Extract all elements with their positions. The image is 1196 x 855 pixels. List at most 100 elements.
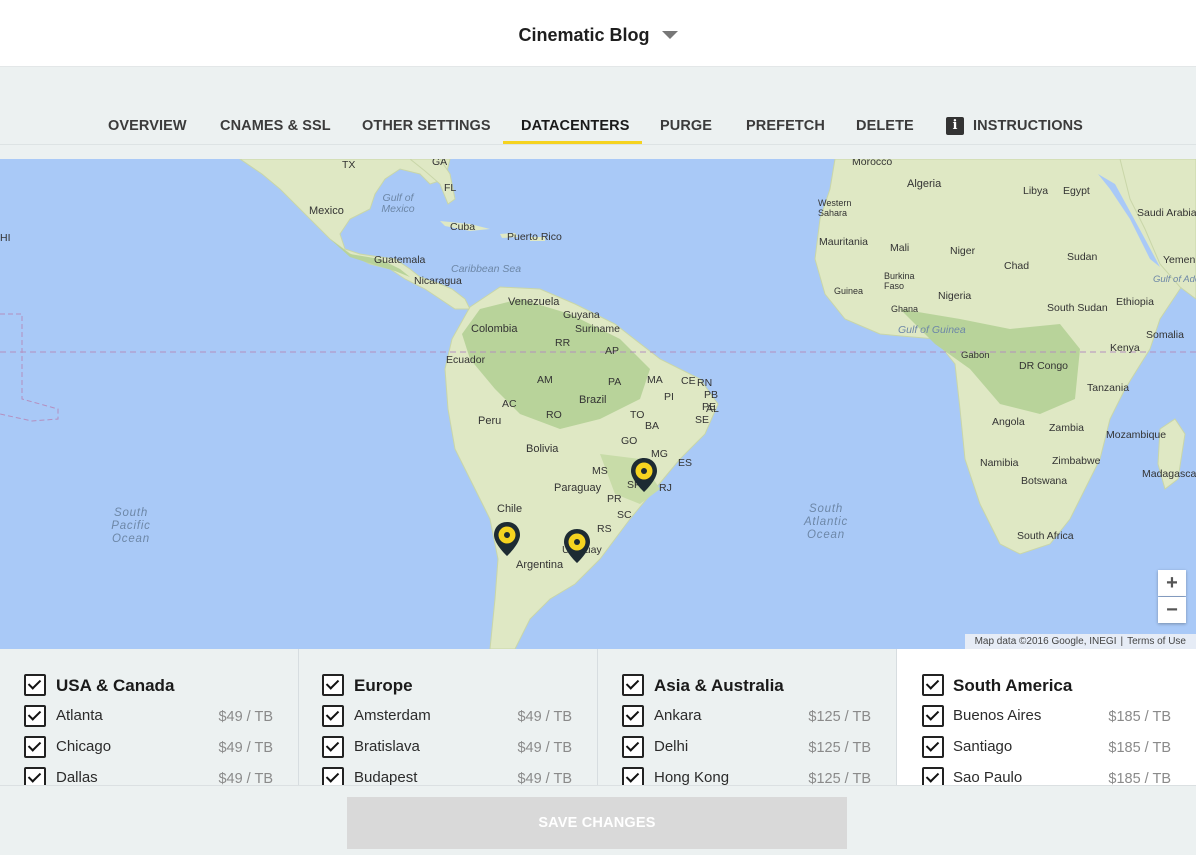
tab-instructions-label: INSTRUCTIONS [973, 118, 1083, 134]
map-label: CE [681, 375, 696, 387]
map-label: Sudan [1067, 251, 1098, 263]
map-label: ES [678, 457, 693, 469]
map-label: SC [617, 509, 632, 521]
map-pin-icon[interactable] [493, 521, 521, 557]
map-pin-icon[interactable] [630, 457, 658, 493]
zoom-in-button[interactable]: + [1158, 570, 1186, 596]
city-checkbox[interactable] [922, 767, 944, 785]
city-price: $125 / TB [808, 709, 871, 725]
footer-bar: SAVE CHANGES [0, 785, 1196, 855]
map-label: Bolivia [526, 443, 559, 455]
map-label: Kenya [1110, 342, 1140, 354]
terms-of-use-link[interactable]: Terms of Use [1123, 636, 1190, 647]
region-checkbox[interactable] [24, 674, 46, 696]
zoom-out-button[interactable]: − [1158, 597, 1186, 623]
city-checkbox[interactable] [24, 767, 46, 785]
tab-overview[interactable]: OVERVIEW [108, 118, 187, 134]
map-label: Suriname [575, 323, 620, 335]
city-name: Ankara [654, 707, 702, 724]
city-checkbox[interactable] [322, 705, 344, 727]
map-label: DR Congo [1019, 360, 1069, 372]
map-label: Namibia [980, 457, 1019, 469]
map-label: RO [546, 409, 562, 421]
region-title: Asia & Australia [654, 676, 784, 695]
ocean-label: South Pacific Ocean [111, 507, 151, 545]
site-name[interactable]: Cinematic Blog [518, 25, 649, 45]
map-label: Guatemala [374, 254, 426, 266]
tab-purge[interactable]: PURGE [660, 118, 712, 134]
map-label: PR [607, 493, 622, 505]
map-label: Paraguay [554, 482, 602, 494]
map-label: Madagascar [1142, 468, 1196, 480]
city-checkbox[interactable] [922, 736, 944, 758]
map-label: SE [695, 414, 710, 426]
region-title: USA & Canada [56, 676, 175, 695]
city-price: $185 / TB [1108, 709, 1171, 725]
map-label: Mexico [309, 205, 344, 217]
map-label: Tanzania [1087, 382, 1130, 394]
city-price: $185 / TB [1108, 740, 1171, 756]
city-checkbox[interactable] [322, 736, 344, 758]
city-name: Sao Paulo [953, 769, 1023, 785]
map-pin-icon[interactable] [563, 528, 591, 564]
tab-datacenters[interactable]: DATACENTERS [521, 118, 630, 134]
city-name: Budapest [354, 769, 418, 785]
city-checkbox[interactable] [622, 705, 644, 727]
city-price: $185 / TB [1108, 771, 1171, 785]
city-price: $49 / TB [218, 740, 273, 756]
map-label: Zambia [1049, 422, 1085, 434]
map-label: GO [621, 435, 638, 447]
info-icon: i [946, 117, 964, 135]
tab-cnames-ssl[interactable]: CNAMES & SSL [220, 118, 331, 134]
map-label: Gulf of Guinea [898, 324, 966, 336]
city-checkbox[interactable] [24, 736, 46, 758]
site-selector[interactable]: Cinematic Blog [0, 25, 1196, 46]
map-label: BA [645, 420, 660, 432]
tab-instructions[interactable]: i INSTRUCTIONS [946, 117, 1083, 136]
map-label: Libya [1023, 185, 1049, 197]
tab-other-settings[interactable]: OTHER SETTINGS [362, 118, 491, 134]
map-label: AM [537, 374, 553, 386]
city-price: $49 / TB [517, 740, 572, 756]
city-name: Buenos Aires [953, 707, 1042, 724]
map-label: Ecuador [446, 354, 486, 366]
map-label: Angola [992, 416, 1025, 428]
top-bar: Cinematic Blog [0, 0, 1196, 67]
city-checkbox[interactable] [622, 767, 644, 785]
region-checkbox[interactable] [622, 674, 644, 696]
map-label: AP [605, 345, 620, 357]
map-label: HI [0, 232, 11, 244]
city-checkbox[interactable] [622, 736, 644, 758]
map-label: GA [432, 159, 448, 168]
city-price: $125 / TB [808, 740, 871, 756]
active-tab-indicator [503, 141, 642, 144]
city-checkbox[interactable] [24, 705, 46, 727]
map-label: AC [502, 398, 517, 410]
chevron-down-icon[interactable] [661, 31, 678, 40]
map-label: Ghana [891, 304, 919, 314]
tab-prefetch[interactable]: PREFETCH [746, 118, 825, 134]
map-label: Brazil [579, 394, 607, 406]
map-label: PI [664, 391, 674, 403]
map-label: TX [342, 159, 356, 171]
region-checkbox[interactable] [322, 674, 344, 696]
city-price: $125 / TB [808, 771, 871, 785]
tab-delete[interactable]: DELETE [856, 118, 914, 134]
map-label: Zimbabwe [1052, 455, 1101, 467]
city-name: Amsterdam [354, 707, 431, 724]
map-label: South Africa [1017, 530, 1074, 542]
city-name: Atlanta [56, 707, 103, 724]
city-name: Hong Kong [654, 769, 730, 785]
city-name: Bratislava [354, 738, 420, 755]
city-checkbox[interactable] [922, 705, 944, 727]
map-label: Caribbean Sea [451, 263, 522, 275]
tab-bar: OVERVIEW CNAMES & SSL OTHER SETTINGS DAT… [0, 108, 1196, 145]
map-attribution: Map data ©2016 Google, INEGI | Terms of Us… [964, 634, 1196, 649]
save-changes-button[interactable]: SAVE CHANGES [347, 797, 847, 849]
map-label: Egypt [1063, 185, 1090, 197]
region-checkbox[interactable] [922, 674, 944, 696]
map-label: Burkina Faso [884, 271, 915, 291]
datacenter-map[interactable]: TX GA FL Mexico Gulf of Mexico Cuba Puer… [0, 159, 1196, 649]
city-checkbox[interactable] [322, 767, 344, 785]
ocean-label: South Atlantic Ocean [803, 503, 849, 541]
